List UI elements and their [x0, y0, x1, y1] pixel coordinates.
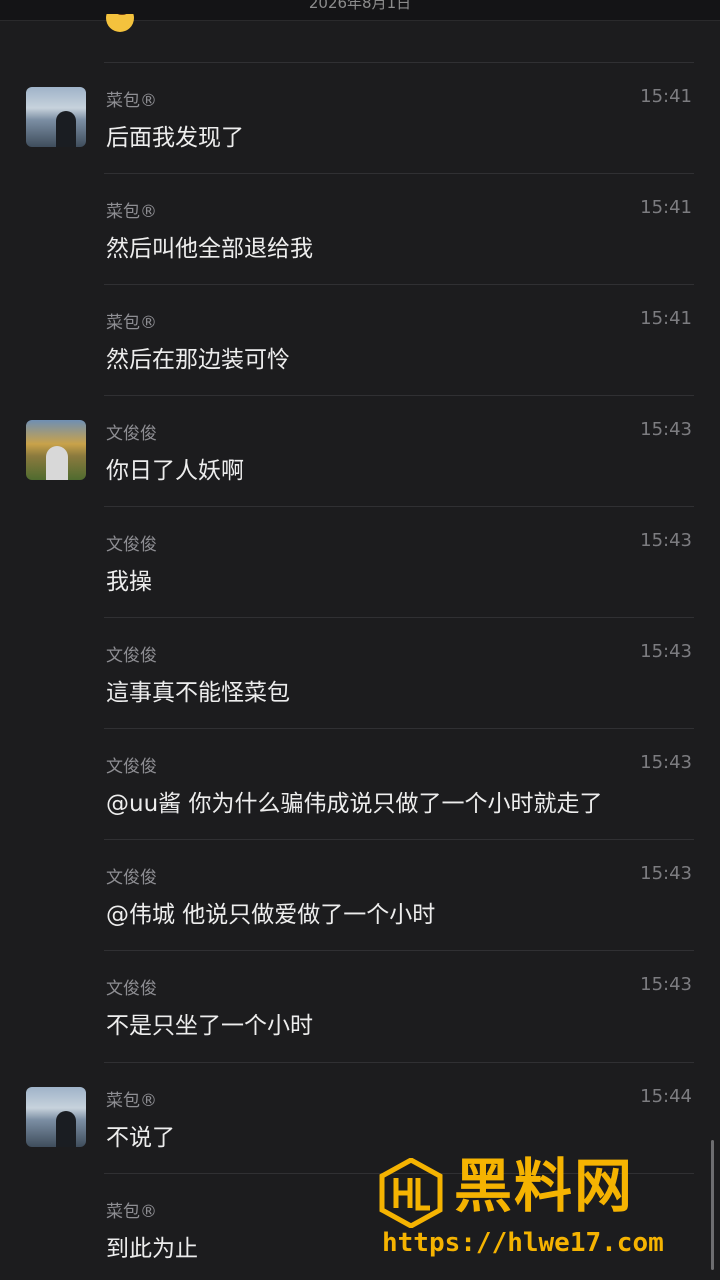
watermark-url: https://hlwe17.com — [382, 1228, 664, 1258]
message-item[interactable]: 文俊俊 15:43 我操 — [0, 506, 720, 617]
sender-name: 文俊俊 — [106, 868, 157, 888]
message-item[interactable]: 菜包® 15:41 后面我发现了 — [0, 62, 720, 173]
sender-name: 菜包® — [106, 313, 157, 333]
message-time: 15:44 — [640, 1086, 692, 1107]
message-text: 不说了 — [106, 1125, 175, 1151]
date-label: 2026年8月1日 — [308, 0, 412, 12]
sender-name: 菜包® — [106, 91, 157, 111]
message-time: 15:43 — [640, 641, 692, 662]
message-item[interactable]: 菜包® 15:41 然后在那边装可怜 — [0, 284, 720, 395]
message-time: 15:43 — [640, 419, 692, 440]
sender-name: 文俊俊 — [106, 757, 157, 777]
message-text: 我操 — [106, 569, 152, 595]
sender-name: 文俊俊 — [106, 646, 157, 666]
watermark-brand: 黑料网 — [454, 1152, 635, 1220]
chat-screen: 2026年8月1日 菜包® 15:41 后面我发现了 菜包® 15:41 然后叫… — [0, 0, 720, 1280]
message-item[interactable]: 菜包® 15:41 然后叫他全部退给我 — [0, 173, 720, 284]
sender-name: 菜包® — [106, 202, 157, 222]
message-text: 這事真不能怪菜包 — [106, 680, 290, 706]
message-time: 15:41 — [640, 197, 692, 218]
message-text: @伟城 他说只做爱做了一个小时 — [106, 902, 436, 928]
message-item[interactable]: 文俊俊 15:43 你日了人妖啊 — [0, 395, 720, 506]
message-time: 15:43 — [640, 863, 692, 884]
sender-name: 菜包® — [106, 1091, 157, 1111]
watermark: 黑料网 https://hlwe17.com — [378, 1150, 708, 1270]
message-text: 不是只坐了一个小时 — [106, 1013, 313, 1039]
message-text: 到此为止 — [106, 1236, 198, 1262]
message-time: 15:43 — [640, 974, 692, 995]
message-time: 15:41 — [640, 308, 692, 329]
message-text: 后面我发现了 — [106, 125, 244, 151]
scrollbar[interactable] — [711, 1140, 714, 1270]
message-item[interactable]: 文俊俊 15:43 @伟城 他说只做爱做了一个小时 — [0, 839, 720, 950]
message-item[interactable]: 文俊俊 15:43 不是只坐了一个小时 — [0, 950, 720, 1061]
message-time: 15:43 — [640, 530, 692, 551]
message-text: 然后在那边装可怜 — [106, 347, 290, 373]
avatar[interactable] — [26, 1087, 86, 1147]
laughing-emoji-icon — [104, 14, 136, 36]
message-text: 然后叫他全部退给我 — [106, 236, 313, 262]
message-text: 你日了人妖啊 — [106, 458, 244, 484]
hl-logo-icon — [379, 1158, 443, 1228]
avatar[interactable] — [26, 87, 86, 147]
sender-name: 文俊俊 — [106, 424, 157, 444]
avatar[interactable] — [26, 420, 86, 480]
message-time: 15:41 — [640, 86, 692, 107]
sender-name: 菜包® — [106, 1202, 157, 1222]
message-item[interactable]: 文俊俊 15:43 這事真不能怪菜包 — [0, 617, 720, 728]
sender-name: 文俊俊 — [106, 535, 157, 555]
message-item[interactable]: 文俊俊 15:43 @uu酱 你为什么骗伟成说只做了一个小时就走了 — [0, 728, 720, 839]
message-text: @uu酱 你为什么骗伟成说只做了一个小时就走了 — [106, 791, 603, 817]
sender-name: 文俊俊 — [106, 979, 157, 999]
message-time: 15:43 — [640, 752, 692, 773]
